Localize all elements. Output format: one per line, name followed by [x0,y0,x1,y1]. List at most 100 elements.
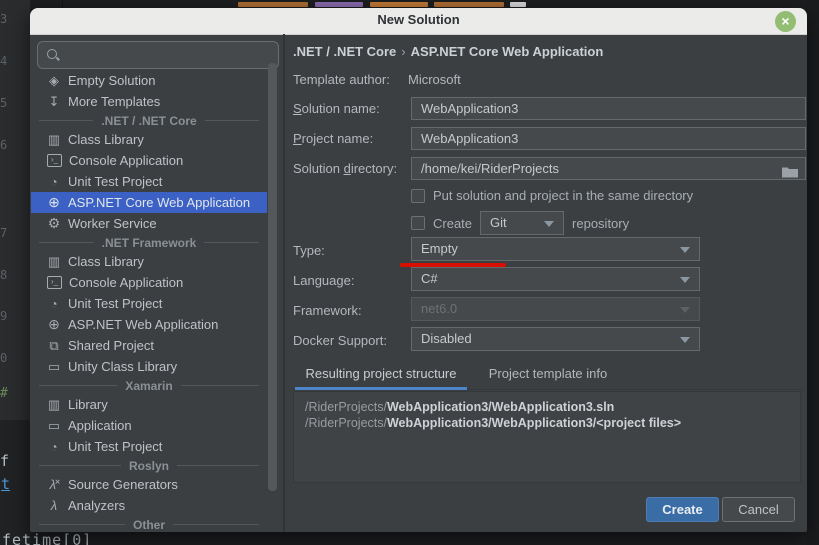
close-button[interactable]: × [775,11,796,32]
chevron-down-icon [544,221,554,227]
sidebar-item-class-library[interactable]: Class Library [31,129,267,150]
search-input[interactable] [64,44,273,66]
path-main: WebApplication3/WebApplication3.sln [387,400,614,414]
sidebar-item-label: Unit Test Project [68,296,162,311]
chevron-down-icon [680,307,690,313]
editor-line-number: 9 [0,309,7,323]
code-char: # [0,386,8,401]
library-icon [46,397,62,413]
repository-label: repository [572,216,629,231]
sidebar-item-worker-service[interactable]: Worker Service [31,213,267,234]
framework-value: net6.0 [421,301,457,316]
shared-project-icon [46,338,62,354]
mnemonic: S [293,101,302,116]
label-text: olution name: [302,101,380,116]
create-repo-checkbox[interactable] [411,216,425,230]
gear-icon [46,215,62,232]
sidebar-item-console-application[interactable]: Console Application [31,150,267,171]
section-header-other: Other [31,516,267,532]
cancel-button[interactable]: Cancel [722,497,795,522]
tab-divider [62,0,63,8]
sidebar-item-label: Unit Test Project [68,439,162,454]
sidebar-item-xamarin-unit-test[interactable]: Unit Test Project [31,436,267,457]
sidebar-item-more-templates[interactable]: More Templates [31,91,267,112]
sidebar-item-empty-solution[interactable]: Empty Solution [31,70,267,91]
template-search-box[interactable] [37,41,279,69]
breadcrumb-group: .NET / .NET Core [293,44,396,59]
directory-path: /home/kei/RiderProjects [421,161,559,176]
type-dropdown[interactable]: Empty [411,237,700,261]
sidebar-item-analyzers[interactable]: Analyzers [31,495,267,516]
label-text: roject name: [302,131,374,146]
solution-directory-label: Solution directory: [293,161,397,176]
create-button[interactable]: Create [646,497,719,522]
sidebar-item-unit-test-project-fw[interactable]: Unit Test Project [31,293,267,314]
docker-support-dropdown[interactable]: Disabled [411,327,700,351]
language-value: C# [421,271,438,286]
code-fragment [370,2,428,7]
templates-scrollbar[interactable] [268,63,277,491]
sidebar-item-label: Source Generators [68,477,178,492]
sidebar-item-label: Class Library [68,254,144,269]
sidebar-item-shared-project[interactable]: Shared Project [31,335,267,356]
docker-support-label: Docker Support: [293,333,387,348]
rectangle-icon [46,418,62,434]
console-icon [47,276,62,289]
folder-icon[interactable] [782,163,798,184]
project-name-label: Project name: [293,131,373,146]
tab-resulting-project-structure[interactable]: Resulting project structure [295,362,467,388]
sidebar-item-console-application-fw[interactable]: Console Application [31,272,267,293]
globe-icon [46,194,62,211]
code-fragment [434,2,504,7]
breadcrumb-item: ASP.NET Core Web Application [411,44,604,59]
sidebar-item-aspnet-core-web-application[interactable]: ASP.NET Core Web Application [31,192,267,213]
same-directory-label: Put solution and project in the same dir… [433,188,693,203]
same-directory-option[interactable]: Put solution and project in the same dir… [411,188,693,203]
editor-line-number: 0 [0,351,7,365]
create-repository-option[interactable]: Create Git repository [411,211,629,235]
window-titlebar[interactable]: New Solution × [30,8,807,35]
type-label: Type: [293,243,325,258]
unit-test-icon [46,174,62,190]
path-prefix: /RiderProjects/ [305,400,387,414]
window-title: New Solution [30,12,807,27]
globe-icon [46,316,62,333]
sidebar-item-xamarin-library[interactable]: Library [31,394,267,415]
sidebar-item-label: ASP.NET Core Web Application [68,195,250,210]
solution-directory-input[interactable]: /home/kei/RiderProjects [411,157,806,180]
library-icon [46,254,62,270]
language-dropdown[interactable]: C# [411,267,700,291]
solution-name-input[interactable]: WebApplication3 [411,97,806,120]
language-label: Language: [293,273,354,288]
sidebar-item-source-generators[interactable]: Source Generators [31,474,267,495]
project-name-input[interactable]: WebApplication3 [411,127,806,150]
same-directory-checkbox[interactable] [411,189,425,203]
sidebar-divider [283,34,285,532]
tab-project-template-info[interactable]: Project template info [478,362,618,388]
framework-dropdown: net6.0 [411,297,700,321]
sidebar-item-class-library-fw[interactable]: Class Library [31,251,267,272]
rectangle-icon [46,359,62,375]
section-header-dotnet-core: .NET / .NET Core [31,112,267,129]
sidebar-item-xamarin-application[interactable]: Application [31,415,267,436]
sidebar-item-label: Console Application [69,153,183,168]
close-icon: × [781,13,789,29]
screen: 3 4 5 6 7 8 9 0 # f t fetime[0] New Solu… [0,0,819,545]
sidebar-item-aspnet-web-application[interactable]: ASP.NET Web Application [31,314,267,335]
code-fragment [315,2,363,7]
sidebar-item-label: Shared Project [68,338,154,353]
sidebar-item-unit-test-project[interactable]: Unit Test Project [31,171,267,192]
label-text: irectory: [351,161,397,176]
lambda-icon [46,498,62,514]
path-main: WebApplication3/WebApplication3/<project… [387,416,681,430]
editor-line-number: 4 [0,54,7,68]
editor-line-number: 8 [0,268,7,282]
bottom-code-text: fetime[0] [2,531,92,545]
editor-line-number: 5 [0,96,7,110]
template-list: Empty Solution More Templates .NET / .NE… [31,70,267,532]
sidebar-item-unity-class-library[interactable]: Unity Class Library [31,356,267,377]
chevron-down-icon [680,337,690,343]
vcs-dropdown[interactable]: Git [480,211,564,235]
sidebar-item-label: More Templates [68,94,160,109]
red-underline-annotation [400,263,506,267]
